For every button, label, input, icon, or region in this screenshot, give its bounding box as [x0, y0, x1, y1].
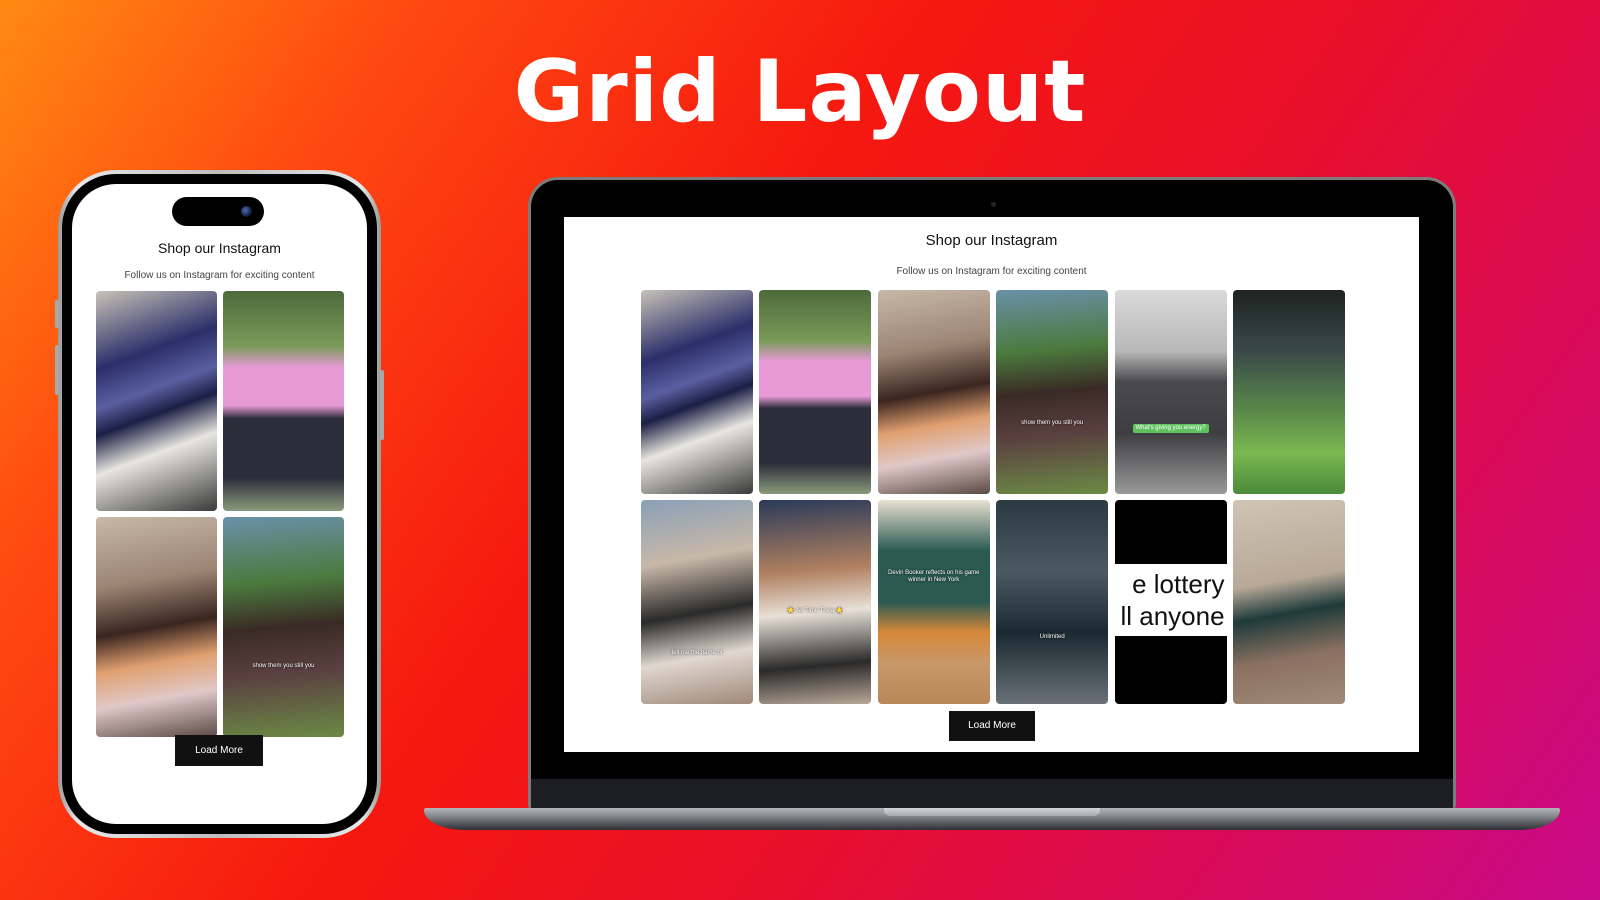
phone-side-button — [55, 300, 59, 328]
post-caption: e lottery ll anyone — [1114, 564, 1227, 636]
post-caption: What's giving you energy? — [1132, 424, 1209, 434]
instagram-post[interactable] — [1232, 290, 1345, 494]
post-caption: show them you still you — [1021, 420, 1084, 426]
section-title: Shop our Instagram — [925, 232, 1058, 249]
phone-volume-button — [55, 345, 59, 395]
instagram-post[interactable]: What's giving you energy? — [1114, 290, 1227, 494]
post-caption: ⭐ Air Time Trivia ⭐ — [787, 608, 844, 614]
post-caption: tell me the name of — [671, 650, 723, 656]
load-more-button[interactable]: Load More — [949, 711, 1035, 741]
laptop-base — [424, 808, 1560, 830]
section-title: Shop our Instagram — [158, 240, 281, 256]
instagram-post[interactable]: Unlimited — [996, 500, 1109, 704]
instagram-post[interactable]: show them you still you — [996, 290, 1109, 494]
laptop-hinge-notch — [884, 808, 1100, 816]
instagram-grid: show them you still you — [96, 291, 344, 737]
page-headline: Grid Layout — [513, 42, 1087, 142]
instagram-post[interactable] — [96, 291, 217, 511]
instagram-post[interactable]: tell me the name of — [641, 500, 753, 704]
dynamic-island — [172, 197, 264, 226]
post-caption: Devin Booker reflects on his game winner… — [888, 570, 980, 584]
instagram-post[interactable]: show them you still you — [223, 517, 344, 737]
instagram-grid: show them you still you What's giving yo… — [641, 290, 1345, 704]
phone-mockup: Shop our Instagram Follow us on Instagra… — [55, 170, 384, 838]
laptop-bezel — [531, 779, 1453, 809]
phone-screen: Shop our Instagram Follow us on Instagra… — [72, 184, 367, 824]
laptop-screen: Shop our Instagram Follow us on Instagra… — [564, 217, 1419, 752]
instagram-post[interactable] — [877, 290, 990, 494]
camera-icon — [241, 206, 252, 217]
instagram-post[interactable] — [96, 517, 217, 737]
instagram-post[interactable] — [1232, 500, 1345, 704]
instagram-post[interactable]: e lottery ll anyone — [1114, 500, 1227, 704]
instagram-post[interactable] — [641, 290, 753, 494]
section-subtitle: Follow us on Instagram for exciting cont… — [124, 270, 315, 281]
instagram-post[interactable]: Devin Booker reflects on his game winner… — [877, 500, 990, 704]
instagram-post[interactable] — [759, 290, 872, 494]
post-caption: show them you still you — [252, 663, 315, 669]
section-subtitle: Follow us on Instagram for exciting cont… — [896, 266, 1087, 277]
instagram-post[interactable] — [223, 291, 344, 511]
load-more-button[interactable]: Load More — [175, 735, 263, 766]
post-caption: Unlimited — [1039, 634, 1065, 640]
instagram-post[interactable]: ⭐ Air Time Trivia ⭐ — [759, 500, 872, 704]
laptop-mockup: Shop our Instagram Follow us on Instagra… — [528, 177, 1456, 809]
webcam-icon — [991, 202, 996, 207]
phone-power-button — [380, 370, 384, 440]
